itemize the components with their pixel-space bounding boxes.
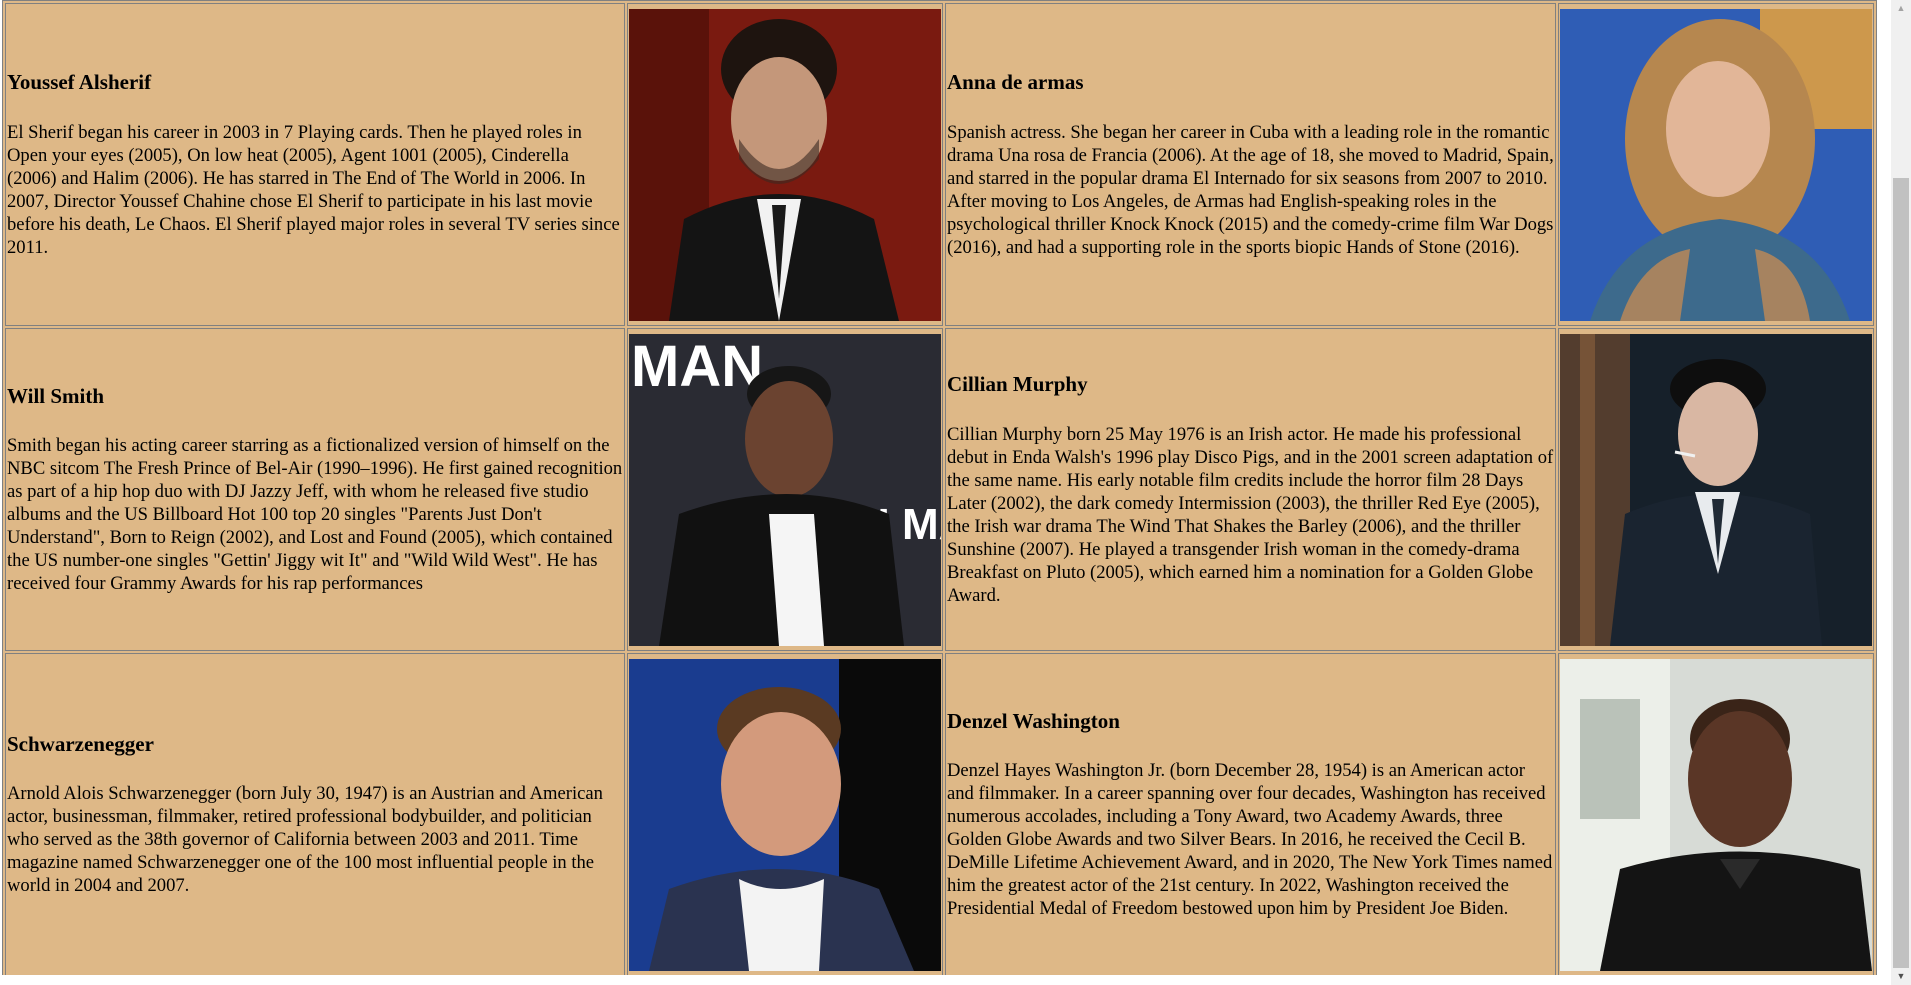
actor-photo xyxy=(1560,8,1872,321)
table-row: Schwarzenegger Arnold Alois Schwarzenegg… xyxy=(5,653,1874,976)
vertical-scrollbar[interactable]: ▲ ▼ xyxy=(1891,0,1911,985)
scroll-down-arrow-icon[interactable]: ▼ xyxy=(1891,968,1911,985)
actor-bio: Spanish actress. She began her career in… xyxy=(947,121,1554,258)
backdrop-text: MAN xyxy=(631,334,763,399)
actor-name: Schwarzenegger xyxy=(7,731,154,756)
actor-bio: Smith began his acting career starring a… xyxy=(7,435,623,595)
actor-bio: Arnold Alois Schwarzenegger (born July 3… xyxy=(7,783,603,897)
actor-text-cell: Denzel Washington Denzel Hayes Washingto… xyxy=(945,653,1556,976)
actor-bio: Cillian Murphy born 25 May 1976 is an Ir… xyxy=(947,423,1554,606)
actor-name: Cillian Murphy xyxy=(947,372,1088,397)
actor-text-cell: Cillian Murphy Cillian Murphy born 25 Ma… xyxy=(945,328,1556,651)
actor-photo xyxy=(1560,658,1872,971)
page: Youssef Alsherif El Sherif began his car… xyxy=(0,0,1890,985)
actor-text-cell: Will Smith Smith began his acting career… xyxy=(5,328,625,651)
actor-name: Anna de armas xyxy=(947,70,1084,95)
actor-photo-cell xyxy=(627,653,943,976)
actors-table: Youssef Alsherif El Sherif began his car… xyxy=(2,0,1877,979)
actor-name: Denzel Washington xyxy=(947,708,1120,733)
actor-text-cell: Youssef Alsherif El Sherif began his car… xyxy=(5,3,625,326)
table-row: Youssef Alsherif El Sherif began his car… xyxy=(5,3,1874,326)
table-row: Will Smith Smith began his acting career… xyxy=(5,328,1874,651)
scroll-up-arrow-icon[interactable]: ▲ xyxy=(1891,0,1911,17)
scrollbar-thumb[interactable] xyxy=(1893,178,1909,968)
actor-text-cell: Anna de armas Spanish actress. She began… xyxy=(945,3,1556,326)
actor-photo-cell xyxy=(1558,653,1874,976)
actor-photo: MAN ANI MAN xyxy=(629,333,941,646)
actor-text-cell: Schwarzenegger Arnold Alois Schwarzenegg… xyxy=(5,653,625,976)
actor-photo-cell: MAN ANI MAN xyxy=(627,328,943,651)
actor-name: Will Smith xyxy=(7,383,105,408)
actor-bio: El Sherif began his career in 2003 in 7 … xyxy=(7,121,620,258)
actor-photo-cell xyxy=(1558,3,1874,326)
actor-photo xyxy=(1560,333,1872,646)
actor-photo xyxy=(629,658,941,971)
page-bottom-margin xyxy=(0,975,1890,985)
actor-photo-cell xyxy=(627,3,943,326)
actor-bio: Denzel Hayes Washington Jr. (born Decemb… xyxy=(947,760,1553,920)
actor-photo-cell xyxy=(1558,328,1874,651)
actor-photo xyxy=(629,8,941,321)
actor-name: Youssef Alsherif xyxy=(7,70,152,95)
